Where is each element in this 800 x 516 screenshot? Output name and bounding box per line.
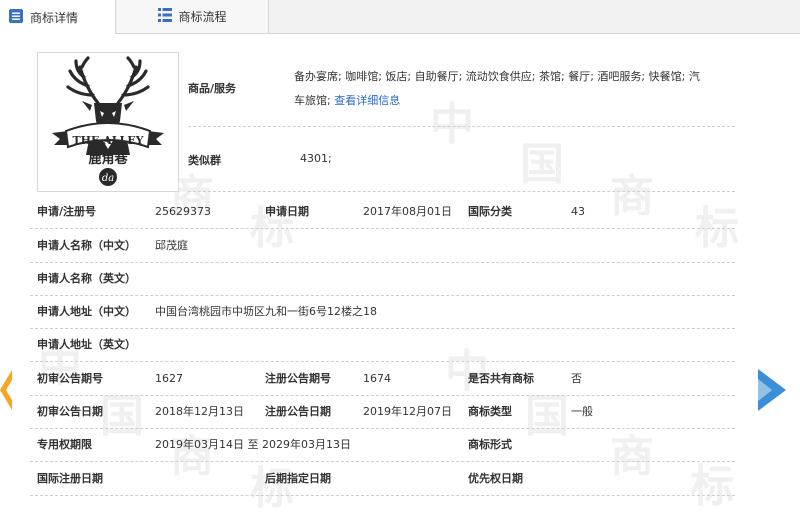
- list-icon: [158, 8, 173, 25]
- field-value: 25629373: [155, 205, 211, 218]
- tab-trademark-process[interactable]: 商标流程: [117, 0, 269, 33]
- similar-group-row: 类似群 4301;: [188, 126, 735, 192]
- info-row: 国际注册日期 后期指定日期 优先权日期: [30, 462, 735, 496]
- view-details-link[interactable]: 查看详细信息: [334, 94, 400, 107]
- info-row: 专用权期限 2019年03月14日 至 2029年03月13日 商标形式: [30, 428, 735, 462]
- info-row: 初审公告期号 1627 注册公告期号 1674 是否共有商标 否: [30, 362, 735, 396]
- field-label: 商标类型: [468, 405, 512, 418]
- goods-services-line-2: 车旅馆;: [294, 94, 335, 107]
- field-label: 商标形式: [468, 438, 512, 451]
- field-value: 2018年12月13日: [155, 405, 244, 418]
- field-label: 国际分类: [468, 205, 512, 218]
- previous-arrow-icon[interactable]: [0, 370, 12, 410]
- similar-group-value: 4301;: [300, 152, 332, 165]
- next-arrow-icon[interactable]: [758, 369, 786, 411]
- logo-mono-text: da: [102, 173, 114, 184]
- tab-label: 商标详情: [30, 10, 79, 25]
- field-value: 2017年08月01日: [363, 205, 452, 218]
- document-icon: [8, 8, 24, 27]
- logo-brand-text: THE ALLEY: [72, 134, 143, 147]
- info-row: 初审公告日期 2018年12月13日 注册公告日期 2019年12月07日 商标…: [30, 395, 735, 429]
- goods-services-label: 商品/服务: [188, 82, 237, 95]
- field-label: 初审公告日期: [37, 405, 103, 418]
- logo-chinese-text: 鹿角巷: [88, 151, 128, 167]
- similar-group-label: 类似群: [188, 154, 221, 167]
- field-label: 申请人地址（英文）: [37, 338, 136, 351]
- field-label: 注册公告期号: [265, 372, 331, 385]
- trademark-image: THE ALLEY 鹿角巷 da: [37, 52, 179, 192]
- info-row: 申请人名称（中文） 邱茂庭: [30, 229, 735, 263]
- field-label: 申请人名称（中文）: [37, 239, 136, 252]
- field-label: 国际注册日期: [37, 472, 103, 485]
- field-value: 一般: [571, 405, 593, 418]
- stag-logo-icon: THE ALLEY 鹿角巷 da: [52, 56, 164, 186]
- field-value: 1674: [363, 372, 391, 385]
- trademark-detail-panel: THE ALLEY 鹿角巷 da 商品/服务 备办宴席; 咖啡馆; 饭店; 自助…: [30, 44, 735, 499]
- field-value: 否: [571, 372, 582, 385]
- goods-services-row: 商品/服务 备办宴席; 咖啡馆; 饭店; 自助餐厅; 流动饮食供应; 茶馆; 餐…: [188, 52, 735, 127]
- field-value: 邱茂庭: [155, 239, 188, 252]
- tab-label: 商标流程: [178, 10, 227, 24]
- field-label: 注册公告日期: [265, 405, 331, 418]
- field-value: 2019年12月07日: [363, 405, 452, 418]
- info-row: 申请人名称（英文）: [30, 262, 735, 296]
- field-label: 后期指定日期: [265, 472, 331, 485]
- info-row: 申请人地址（英文）: [30, 328, 735, 362]
- info-row: 申请人地址（中文） 中国台湾桃园市中坜区九和一街6号12楼之18: [30, 295, 735, 329]
- field-value: 43: [571, 205, 585, 218]
- goods-services-value: 备办宴席; 咖啡馆; 饭店; 自助餐厅; 流动饮食供应; 茶馆; 餐厅; 酒吧服…: [294, 62, 734, 116]
- field-label: 初审公告期号: [37, 372, 103, 385]
- tab-trademark-details[interactable]: 商标详情: [0, 0, 116, 34]
- field-label: 申请日期: [265, 205, 309, 218]
- field-value: 1627: [155, 372, 183, 385]
- field-label: 申请/注册号: [37, 205, 97, 218]
- field-label: 申请人名称（英文）: [37, 272, 136, 285]
- field-label: 申请人地址（中文）: [37, 305, 136, 318]
- info-row: 申请/注册号 25629373 申请日期 2017年08月01日 国际分类 43: [30, 195, 735, 229]
- field-label: 优先权日期: [468, 472, 523, 485]
- field-label: 专用权期限: [37, 438, 92, 451]
- field-value: 2019年03月14日 至 2029年03月13日: [155, 438, 351, 451]
- tab-bar: 商标详情 商标流程: [0, 0, 800, 34]
- field-value: 中国台湾桃园市中坜区九和一街6号12楼之18: [155, 305, 377, 318]
- field-label: 是否共有商标: [468, 372, 534, 385]
